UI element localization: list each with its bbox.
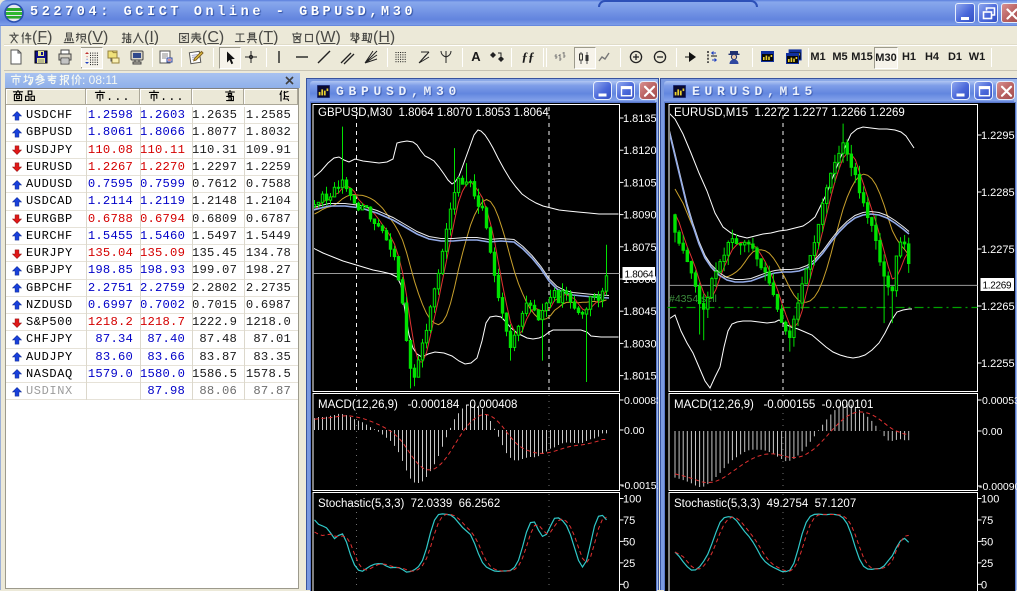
svg-text:1.8135: 1.8135 (623, 113, 657, 125)
svg-text:0.00053: 0.00053 (982, 395, 1017, 407)
svg-text:1.8045: 1.8045 (623, 306, 657, 318)
svg-text:-0.00090: -0.00090 (979, 481, 1017, 493)
svg-text:50: 50 (981, 536, 993, 548)
svg-text:-0.00151: -0.00151 (621, 480, 658, 492)
svg-text:0.00083: 0.00083 (624, 395, 658, 407)
svg-text:1.2285: 1.2285 (981, 187, 1015, 199)
svg-text:100: 100 (981, 494, 999, 506)
svg-text:MACD(12,26,9) -0.000155 -0.: MACD(12,26,9) -0.000155 -0.000101 (674, 399, 873, 411)
svg-text:GBPUSD,M30 1.8064 1.8070 1.80: GBPUSD,M30 1.8064 1.8070 1.8053 1.8064 (318, 107, 549, 119)
svg-text:Stochastic(5,3,3) 72.0339 66: Stochastic(5,3,3) 72.0339 66.2562 (318, 498, 500, 510)
svg-text:1.8105: 1.8105 (623, 177, 657, 189)
svg-text:0.00: 0.00 (982, 426, 1003, 438)
svg-text:1.2255: 1.2255 (981, 358, 1015, 370)
svg-text:0: 0 (981, 579, 987, 591)
svg-text:Stochastic(5,3,3) 49.2754 57: Stochastic(5,3,3) 49.2754 57.1207 (674, 498, 856, 510)
svg-text:1.8030: 1.8030 (623, 338, 657, 350)
svg-text:25: 25 (623, 558, 635, 570)
svg-text:75: 75 (623, 515, 635, 527)
svg-text:0.00: 0.00 (624, 425, 645, 437)
svg-text:1.8090: 1.8090 (623, 210, 657, 222)
svg-text:MACD(12,26,9) -0.000184 -0.: MACD(12,26,9) -0.000184 -0.000408 (318, 399, 517, 411)
svg-text:75: 75 (981, 515, 993, 527)
svg-text:EURUSD,M15 1.2272 1.2277 1.22: EURUSD,M15 1.2272 1.2277 1.2266 1.2269 (674, 107, 905, 119)
svg-text:100: 100 (623, 494, 641, 506)
svg-text:1.2265: 1.2265 (981, 301, 1015, 313)
svg-text:1.2269: 1.2269 (983, 281, 1012, 292)
svg-text:1.2275: 1.2275 (981, 244, 1015, 256)
svg-text:25: 25 (981, 558, 993, 570)
svg-text:1.8064: 1.8064 (625, 270, 654, 281)
svg-text:#4354 sell: #4354 sell (669, 293, 717, 305)
svg-text:50: 50 (623, 536, 635, 548)
svg-text:1.2295: 1.2295 (981, 130, 1015, 142)
svg-text:1.8015: 1.8015 (623, 371, 657, 383)
svg-text:0: 0 (623, 579, 629, 591)
svg-text:1.8120: 1.8120 (623, 145, 657, 157)
svg-text:1.8075: 1.8075 (623, 242, 657, 254)
